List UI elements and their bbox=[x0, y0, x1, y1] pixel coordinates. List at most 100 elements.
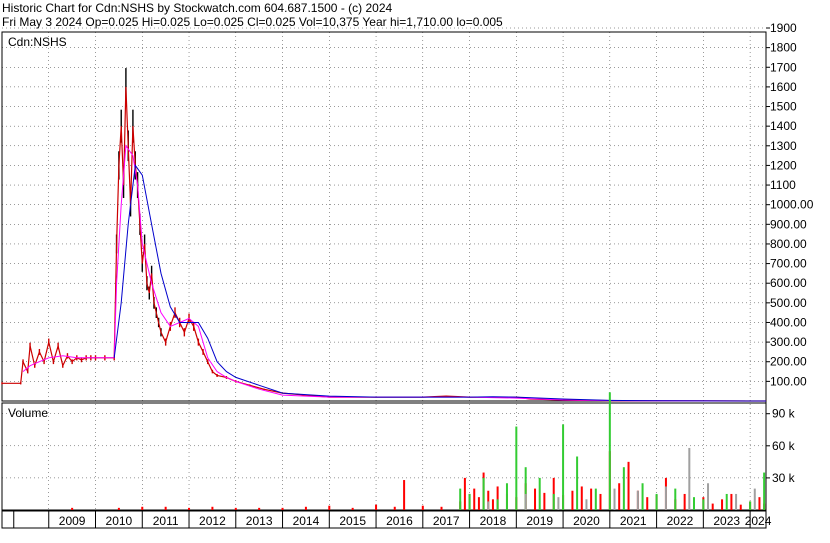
volume-bar-red bbox=[721, 499, 724, 510]
volume-bar-red bbox=[393, 506, 396, 510]
year-tick-label: 2009 bbox=[59, 514, 86, 528]
volume-bar-gray bbox=[735, 493, 738, 510]
price-tick-label: 200.00 bbox=[770, 355, 807, 369]
volume-bar-green bbox=[749, 501, 752, 510]
year-tick-label: 2021 bbox=[620, 514, 647, 528]
volume-bar-red bbox=[491, 499, 494, 510]
volume-bar-red bbox=[375, 504, 378, 510]
price-tick-label: 900.00 bbox=[770, 217, 807, 231]
volume-bar-red bbox=[580, 486, 583, 510]
volume-bar-red bbox=[141, 506, 144, 510]
volume-bar-red bbox=[739, 504, 742, 510]
volume-bar-red bbox=[328, 505, 331, 510]
volume-bar-green bbox=[622, 467, 625, 510]
price-tick-label: 1800 bbox=[770, 41, 797, 55]
volume-bar-red bbox=[646, 497, 649, 510]
volume-bar-red bbox=[543, 492, 546, 510]
volume-bar-red bbox=[164, 506, 167, 510]
volume-bar-green bbox=[468, 493, 471, 510]
year-tick-label: 2016 bbox=[386, 514, 413, 528]
year-tick-label: 2011 bbox=[153, 514, 179, 528]
volume-bar-red bbox=[534, 488, 537, 510]
year-tick-label: 2018 bbox=[480, 514, 507, 528]
volume-tick-label: 60 k bbox=[772, 439, 796, 453]
price-tick-label: 1400 bbox=[770, 119, 797, 133]
price-panel bbox=[1, 31, 767, 402]
price-tick-label: 400.00 bbox=[770, 315, 807, 329]
volume-bar-red bbox=[440, 506, 443, 510]
volume-bar-red bbox=[403, 480, 406, 510]
volume-bar-red bbox=[117, 507, 120, 510]
volume-tick-label: 90 k bbox=[772, 407, 796, 421]
volume-bar-green bbox=[594, 488, 597, 510]
volume-bar-red bbox=[188, 507, 191, 510]
price-tick-label: 100.00 bbox=[770, 374, 807, 388]
volume-bar-gray bbox=[585, 499, 588, 510]
volume-bar-green bbox=[608, 392, 611, 510]
volume-bar-red bbox=[304, 506, 307, 510]
volume-bar-gray bbox=[487, 501, 490, 510]
volume-bar-red bbox=[258, 507, 261, 510]
volume-bar-red bbox=[711, 503, 714, 510]
volume-bar-green bbox=[725, 493, 728, 510]
volume-bar-gray bbox=[664, 486, 667, 510]
volume-bar-green bbox=[655, 493, 658, 510]
volume-bar-green bbox=[562, 424, 565, 510]
volume-bar-red bbox=[473, 488, 476, 510]
price-tick-label: 700.00 bbox=[770, 257, 807, 271]
year-tick-label: 2020 bbox=[573, 514, 600, 528]
price-tick-label: 1500 bbox=[770, 100, 797, 114]
price-tick-label: 500.00 bbox=[770, 296, 807, 310]
volume-bar-green bbox=[482, 477, 485, 510]
volume-bar-green bbox=[576, 456, 579, 510]
volume-bar-gray bbox=[688, 447, 691, 510]
volume-bar-gray bbox=[636, 490, 639, 510]
volume-bar-red bbox=[730, 493, 733, 510]
volume-bar-red bbox=[618, 483, 621, 510]
volume-bar-red bbox=[421, 505, 424, 510]
volume-bar-red bbox=[683, 493, 686, 510]
price-tick-label: 1600 bbox=[770, 80, 797, 94]
volume-bar-red bbox=[234, 507, 237, 510]
year-tick-label: 2010 bbox=[106, 514, 133, 528]
price-tick-label: 1000.00 bbox=[770, 198, 814, 212]
volume-bar-red bbox=[463, 477, 466, 510]
year-tick-label: 2024 bbox=[745, 514, 772, 528]
volume-bar-green bbox=[674, 488, 677, 510]
price-tick-label: 600.00 bbox=[770, 276, 807, 290]
price-tick-label: 1900 bbox=[770, 21, 797, 35]
volume-panel bbox=[1, 402, 767, 511]
price-tick-label: 1300 bbox=[770, 139, 797, 153]
volume-bar-red bbox=[477, 497, 480, 510]
volume-bar-red bbox=[351, 507, 354, 510]
year-tick-label: 2012 bbox=[199, 514, 226, 528]
volume-tick-label: 30 k bbox=[772, 471, 796, 485]
volume-bar-green bbox=[552, 493, 555, 510]
volume-bar-gray bbox=[753, 488, 756, 510]
volume-bar-gray bbox=[613, 488, 616, 510]
year-tick-label: 2015 bbox=[339, 514, 366, 528]
price-tick-label: 800.00 bbox=[770, 237, 807, 251]
volume-bar-red bbox=[590, 488, 593, 510]
stock-chart: 1900 1800 1700 1600 1500 1400 1300 1200 1100 1000… bbox=[1, 21, 814, 529]
volume-bar-gray bbox=[707, 483, 710, 510]
year-tick-label: 2022 bbox=[667, 514, 694, 528]
price-tick-label: 300.00 bbox=[770, 335, 807, 349]
price-tick-label: 1200 bbox=[770, 158, 797, 172]
year-tick-label: 2017 bbox=[433, 514, 460, 528]
year-tick-label: 2019 bbox=[526, 514, 553, 528]
volume-bar-red bbox=[758, 497, 761, 510]
volume-bar-green bbox=[763, 472, 766, 510]
volume-bar-red bbox=[571, 490, 574, 510]
volume-bar-red bbox=[627, 461, 630, 510]
volume-bar-green bbox=[538, 477, 541, 510]
volume-bar-gray bbox=[524, 493, 527, 510]
volume-bar-green bbox=[496, 499, 499, 510]
volume-bar-red bbox=[281, 507, 284, 510]
year-tick-label: 2023 bbox=[713, 514, 740, 528]
volume-bar-gray bbox=[557, 497, 560, 510]
year-tick-label: 2014 bbox=[293, 514, 320, 528]
volume-bar-red bbox=[71, 507, 74, 510]
volume-bar-green bbox=[641, 483, 644, 510]
volume-bar-green bbox=[505, 483, 508, 510]
